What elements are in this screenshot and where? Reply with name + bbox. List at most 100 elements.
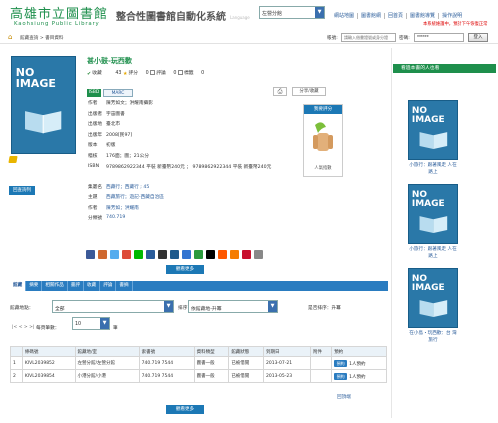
delicious-icon[interactable] xyxy=(182,249,191,259)
nav-home[interactable]: 回首頁 xyxy=(384,13,406,19)
sidebar-book-cover[interactable]: NO IMAGE xyxy=(408,268,458,328)
due-date-cell: 2013-05-23 xyxy=(262,369,311,383)
meta-value: 9789862922344 平裝 新臺幣240元 ； 9789862922344… xyxy=(106,164,272,170)
column-header[interactable]: 館藏地/室 xyxy=(74,346,140,357)
twitter-icon[interactable] xyxy=(110,249,119,259)
plurk-icon[interactable] xyxy=(98,249,107,259)
share-button[interactable]: 分享/收藏 xyxy=(292,87,326,96)
reddit-icon[interactable] xyxy=(218,249,227,259)
status-cell: 已被借閱 xyxy=(228,369,264,383)
meta-value[interactable]: 740.719 xyxy=(106,215,125,220)
sort-select[interactable]: 依館藏地-升冪 ▼ xyxy=(188,300,278,313)
password-input[interactable] xyxy=(414,33,464,42)
myspace-icon[interactable] xyxy=(206,249,215,259)
column-header[interactable]: 館藏狀態 xyxy=(228,346,264,357)
attachment-cell xyxy=(309,356,333,370)
meta-row: 版本 初版 xyxy=(88,142,298,153)
column-header[interactable]: 預約 xyxy=(331,346,387,357)
page-size-select[interactable]: 10 ▼ xyxy=(72,317,110,330)
column-header[interactable]: 條碼號 xyxy=(21,346,76,357)
column-header[interactable]: 附件 xyxy=(309,346,333,357)
bookmark-icon[interactable] xyxy=(8,156,18,163)
holdings-table: 條碼號 館藏地/室 索書號 資料類型 館藏狀態 到期日 附件 預約 1 KIVL2… xyxy=(10,346,387,383)
order-toggle[interactable]: 是否排序：升冪 xyxy=(308,305,341,311)
site-header: 高雄市立圖書館 Kaohsiung Public Library 整合性圖書館自… xyxy=(0,0,498,29)
meta-key: ISBN xyxy=(88,163,100,169)
holdings-filter-row: 館藏地點： 全部 ▼ 排序 依館藏地-升冪 ▼ 是否排序：升冪 xyxy=(10,296,388,316)
back-to-top-link[interactable]: 回頂端 xyxy=(337,394,351,400)
line-icon[interactable] xyxy=(134,249,143,259)
meta-value[interactable]: 西藏行；西藏行 ; 45 xyxy=(106,184,149,190)
meta-key: 出版地 xyxy=(88,122,103,128)
account-input[interactable] xyxy=(341,33,396,42)
column-header[interactable]: 索書號 xyxy=(138,346,195,357)
tab-related[interactable]: 相關作品 xyxy=(42,281,68,291)
bookmark-share-icon[interactable] xyxy=(146,249,155,259)
more-share-icon[interactable] xyxy=(254,249,263,259)
tab-favorites[interactable]: 收藏 xyxy=(84,281,101,291)
column-header[interactable]: 到期日 xyxy=(262,346,311,357)
nav-library-site[interactable]: 圖書館網 xyxy=(357,13,384,19)
meta-value[interactable]: 西藏旅行；遊記-西藏自治區 xyxy=(106,194,164,200)
reserve-button[interactable]: 預約 xyxy=(334,372,348,380)
nav-guide[interactable]: 圖書館導覽 xyxy=(406,13,438,19)
meta-value: 陳芳如文；洪耀南攝影 xyxy=(106,101,153,106)
nav-help[interactable]: 操作說明 xyxy=(438,13,465,19)
google-icon[interactable] xyxy=(122,249,131,259)
meta-row: 稽核 176面；圖；21公分 xyxy=(88,153,298,164)
digg-icon[interactable] xyxy=(170,249,179,259)
sidebar-book-title[interactable]: 在小島・玩西歡：台 灣旅行 xyxy=(408,331,458,344)
more-button-top[interactable]: 觀看更多 xyxy=(166,265,204,274)
tab-summary[interactable]: 摘要 xyxy=(26,281,43,291)
rate-button[interactable]: 我要評分 xyxy=(304,105,342,114)
tab-book-reviews[interactable]: 書評 xyxy=(68,281,84,291)
sidebar-book[interactable]: NO IMAGE 小旅行：跟著風走 人在路上 xyxy=(408,184,458,260)
tab-holdings[interactable]: 館藏 xyxy=(10,281,27,291)
facebook-icon[interactable] xyxy=(86,249,95,259)
meta-row: 出版者 宇宙圖書 xyxy=(88,111,298,122)
sidebar-book-title[interactable]: 小旅行：跟著風走 人在路上 xyxy=(408,163,458,176)
isbd-button[interactable]: ISBD xyxy=(87,89,101,97)
meta-value[interactable]: 陳芳如；洪耀南 xyxy=(106,205,139,211)
login-button[interactable]: 登入 xyxy=(468,33,488,42)
popularity-label: 人氣指數 xyxy=(314,166,332,171)
column-header[interactable]: 資料類型 xyxy=(193,346,230,357)
library-filter-select[interactable]: 全部 ▼ xyxy=(52,300,174,313)
library-select[interactable]: 左營分館 ▼ xyxy=(259,6,325,19)
meta-key: 主題 xyxy=(88,195,98,201)
book-title: 甚小鼓-玩西歡 xyxy=(87,57,132,65)
print-icon[interactable]: ⎙ xyxy=(273,87,287,96)
type-cell: 圖書一般 xyxy=(193,356,230,370)
system-title: 整合性圖書館自動化系統 xyxy=(116,12,226,23)
reserve-button[interactable]: 預約 xyxy=(334,359,348,367)
sidebar-book-cover[interactable]: NO IMAGE xyxy=(408,100,458,160)
tab-excerpts[interactable]: 書摘 xyxy=(116,281,133,291)
page-nav[interactable]: |< < > >| xyxy=(12,325,34,330)
nav-sitemap[interactable]: 網站地圖 xyxy=(331,13,357,19)
back-to-results-button[interactable]: 回查詢列 xyxy=(9,186,35,195)
blogger-icon[interactable] xyxy=(230,249,239,259)
star-icon: ★ xyxy=(122,71,128,77)
del-icon[interactable] xyxy=(158,249,167,259)
language-label: Language xyxy=(230,15,250,20)
marc-button[interactable]: MARC xyxy=(103,89,133,97)
reserve-queue: 1人預約 xyxy=(349,374,366,380)
sidebar-book[interactable]: NO IMAGE 在小島・玩西歡：台 灣旅行 xyxy=(408,268,458,344)
logo-zh[interactable]: 高雄市立圖書館 xyxy=(10,3,108,22)
column-divider xyxy=(391,48,392,418)
pagination-row: |< < > >| 每頁筆數： 10 ▼ 筆 xyxy=(10,316,388,332)
meta-row: ISBN 9789862922344 平裝 新臺幣240元 ； 978986292… xyxy=(88,164,298,184)
mixx-icon[interactable] xyxy=(242,249,251,259)
sidebar-book-title[interactable]: 小旅行：跟著風走 人在路上 xyxy=(408,247,458,260)
sidebar-book[interactable]: NO IMAGE 小旅行：跟著風走 人在路上 xyxy=(408,100,458,176)
sidebar-book-cover[interactable]: NO IMAGE xyxy=(408,184,458,244)
tab-comments[interactable]: 評論 xyxy=(100,281,117,291)
technorati-icon[interactable] xyxy=(194,249,203,259)
breadcrumb: 館藏查詢 > 書目資料 xyxy=(20,36,64,41)
book-cover: NO IMAGE xyxy=(11,56,76,154)
row-number: 2 xyxy=(10,369,23,383)
book-icon xyxy=(25,111,62,134)
home-icon[interactable]: ⌂ xyxy=(8,34,15,41)
more-button-bottom[interactable]: 觀看更多 xyxy=(166,405,204,414)
sort-value: 依館藏地-升冪 xyxy=(191,307,222,312)
